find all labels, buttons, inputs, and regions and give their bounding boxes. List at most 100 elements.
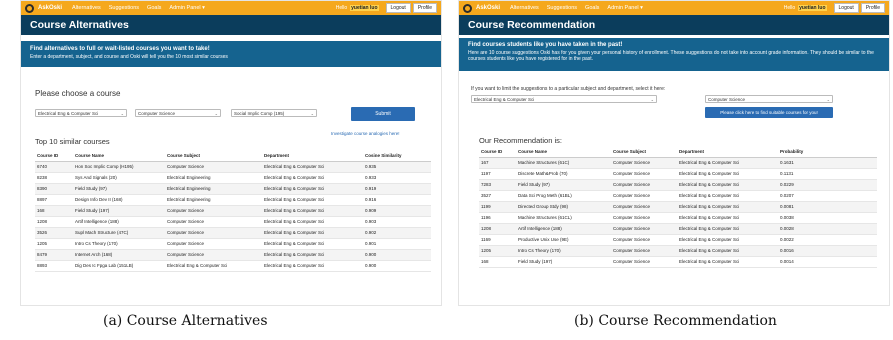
table-cell: 0.909 xyxy=(363,205,431,217)
results-heading: Our Recommendation is: xyxy=(479,136,562,145)
nav-alternatives[interactable]: Alternatives xyxy=(72,5,101,11)
recommendation-table: Course ID Course Name Course Subject Dep… xyxy=(479,147,877,268)
table-cell: Computer Science xyxy=(165,205,262,217)
table-cell: Electrical Eng & Computer Sci xyxy=(262,238,363,250)
chevron-down-icon: ⌄ xyxy=(650,97,654,102)
table-cell: 0.916 xyxy=(363,194,431,206)
table-cell: 1196 xyxy=(479,212,516,224)
submit-button[interactable]: Submit xyxy=(351,107,415,121)
nav-suggestions[interactable]: Suggestions xyxy=(109,5,139,11)
navbar-user-area: Hello yuetian luo Logout Profile xyxy=(336,3,437,13)
table-cell: 0.0028 xyxy=(778,223,877,235)
table-cell: 6740 xyxy=(35,161,73,173)
table-cell: 1208 xyxy=(35,216,73,228)
column-header: Course ID xyxy=(35,151,73,162)
profile-button[interactable]: Profile xyxy=(860,3,885,13)
column-header: Department xyxy=(677,147,778,158)
course-recommendation-screen: AskOski Alternatives Suggestions Goals A… xyxy=(458,0,890,306)
course-select-value: Social Implic Comp (195) xyxy=(234,111,285,116)
find-courses-button[interactable]: Please click here to find suitable cours… xyxy=(705,107,833,118)
table-cell: Computer Science xyxy=(611,157,677,169)
table-cell: Directed Group Stdy (98) xyxy=(516,201,611,213)
results-heading: Top 10 similar courses xyxy=(35,137,110,146)
table-cell: Electrical Eng & Computer Sci xyxy=(677,245,778,257)
table-row: 1197 Discrete Math&Prob (70) Computer Scie… xyxy=(479,168,877,180)
nav-admin-panel[interactable]: Admin Panel ▾ xyxy=(169,5,204,11)
table-cell: 0.1631 xyxy=(778,157,877,169)
brand-link[interactable]: AskOski xyxy=(38,5,62,11)
logout-button[interactable]: Logout xyxy=(385,3,411,13)
table-cell: 3526 xyxy=(35,227,73,239)
table-cell: 0.919 xyxy=(363,183,431,195)
greeting: Hello xyxy=(783,5,796,11)
table-cell: 1169 xyxy=(479,234,516,246)
nav-suggestions[interactable]: Suggestions xyxy=(547,5,577,11)
nav-admin-panel[interactable]: Admin Panel ▾ xyxy=(607,5,642,11)
table-cell: Supl Mach Structure (47C) xyxy=(73,227,165,239)
chevron-down-icon: ⌄ xyxy=(120,111,124,116)
subject-select[interactable]: Computer Science ⌄ xyxy=(135,109,221,117)
table-cell: Computer Science xyxy=(611,245,677,257)
table-cell: 0.0016 xyxy=(778,245,877,257)
column-header: Course ID xyxy=(479,147,516,158)
table-cell: Hon Soc Implic Comp (H195) xyxy=(73,161,165,173)
table-cell: Electrical Engineering xyxy=(165,183,262,195)
table-row: 1169 Productive Unix Use (9E) Computer Sci… xyxy=(479,234,877,246)
table-cell: Electrical Eng & Computer Sci xyxy=(262,227,363,239)
table-cell: 0.0014 xyxy=(778,256,877,268)
table-row: 168 Field Study (197) Computer Science Elec… xyxy=(479,256,877,268)
table-cell: Internet Arch (168) xyxy=(73,249,165,261)
intro-banner: Find courses students like you have take… xyxy=(459,38,889,71)
askoski-logo-icon[interactable] xyxy=(463,3,472,13)
column-header: Department xyxy=(262,151,363,162)
askoski-logo-icon[interactable] xyxy=(25,3,34,13)
table-cell: Computer Science xyxy=(611,234,677,246)
course-select[interactable]: Social Implic Comp (195) ⌄ xyxy=(231,109,317,117)
table-cell: Design Info Dev II (168) xyxy=(73,194,165,206)
table-cell: Computer Science xyxy=(165,227,262,239)
column-header: Probability xyxy=(778,147,877,158)
profile-button[interactable]: Profile xyxy=(412,3,437,13)
table-header-row: Course ID Course Name Course Subject Dep… xyxy=(35,151,431,162)
chevron-down-icon: ⌄ xyxy=(214,111,218,116)
table-cell: 1199 xyxy=(479,201,516,213)
subject-select-value: Computer Science xyxy=(708,97,746,102)
table-cell: Electrical Eng & Computer Sci xyxy=(677,157,778,169)
subject-select[interactable]: Computer Science ⌄ xyxy=(705,95,833,103)
department-select[interactable]: Electrical Eng & Computer Sci ⌄ xyxy=(35,109,127,117)
table-row: 168 Field Study (197) Computer Science Elec… xyxy=(35,205,431,217)
navbar: AskOski Alternatives Suggestions Goals A… xyxy=(459,1,889,15)
nav-goals[interactable]: Goals xyxy=(585,5,599,11)
table-cell: 168 xyxy=(479,256,516,268)
table-cell: 7283 xyxy=(479,179,516,191)
table-cell: Electrical Eng & Computer Sci xyxy=(677,212,778,224)
table-cell: Intro Cs Theory (170) xyxy=(516,245,611,257)
page-title: Course Recommendation xyxy=(468,19,596,31)
caption-b: (b) Course Recommendation xyxy=(574,313,777,329)
course-analogies-link[interactable]: Investigate course analogies here! xyxy=(331,131,400,136)
table-cell: 3527 xyxy=(479,190,516,202)
department-select[interactable]: Electrical Eng & Computer Sci ⌄ xyxy=(471,95,657,103)
nav-alternatives[interactable]: Alternatives xyxy=(510,5,539,11)
navbar: AskOski Alternatives Suggestions Goals A… xyxy=(21,1,441,15)
table-cell: Electrical Eng & Computer Sci xyxy=(262,205,363,217)
table-cell: Computer Science xyxy=(611,168,677,180)
table-cell: 8479 xyxy=(35,249,73,261)
table-cell: Discrete Math&Prob (70) xyxy=(516,168,611,180)
table-cell: Computer Science xyxy=(611,223,677,235)
table-row: 1199 Directed Group Stdy (98) Computer Sci… xyxy=(479,201,877,213)
table-cell: 1197 xyxy=(479,168,516,180)
table-row: 8390 Field Study (97) Electrical Engineeri… xyxy=(35,183,431,195)
table-cell: Electrical Eng & Computer Sci xyxy=(262,161,363,173)
table-cell: Computer Science xyxy=(611,212,677,224)
table-row: 7283 Field Study (97) Computer Science Elec… xyxy=(479,179,877,191)
brand-link[interactable]: AskOski xyxy=(476,5,500,11)
table-cell: Electrical Eng & Computer Sci xyxy=(262,194,363,206)
nav-goals[interactable]: Goals xyxy=(147,5,161,11)
table-cell: 1205 xyxy=(479,245,516,257)
table-row: 1205 Intro Cs Theory (170) Computer Scienc… xyxy=(35,238,431,250)
table-cell: Dig Des Ic Fpga Lab (151LB) xyxy=(73,260,165,272)
filter-prompt: If you want to limit the suggestions to … xyxy=(471,86,666,92)
logout-button[interactable]: Logout xyxy=(833,3,859,13)
table-cell: 1205 xyxy=(35,238,73,250)
